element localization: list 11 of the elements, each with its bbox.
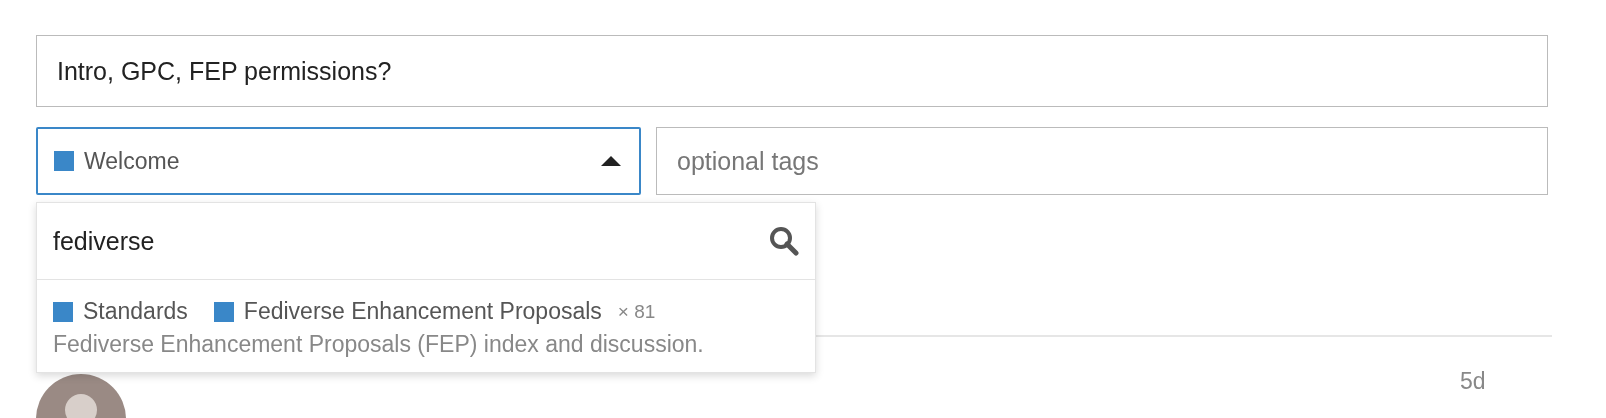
parent-category-name: Standards bbox=[83, 298, 188, 325]
search-icon bbox=[769, 226, 799, 256]
tags-field[interactable]: optional tags bbox=[656, 127, 1548, 195]
title-field[interactable]: Intro, GPC, FEP permissions? bbox=[36, 35, 1548, 107]
category-option[interactable]: Standards Fediverse Enhancement Proposals × 81 Fediverse Enhancement Proposals (FEP) index and discussion. bbox=[37, 280, 815, 372]
category-dropdown[interactable]: Welcome bbox=[36, 127, 641, 195]
search-field[interactable]: fediverse bbox=[53, 226, 769, 256]
category-name: Fediverse Enhancement Proposals bbox=[243, 298, 602, 325]
topic-age: 5d bbox=[1460, 368, 1486, 395]
topic-count: × 81 bbox=[617, 300, 656, 323]
category-description: Fediverse Enhancement Proposals (FEP) index and discussion. bbox=[53, 331, 705, 358]
